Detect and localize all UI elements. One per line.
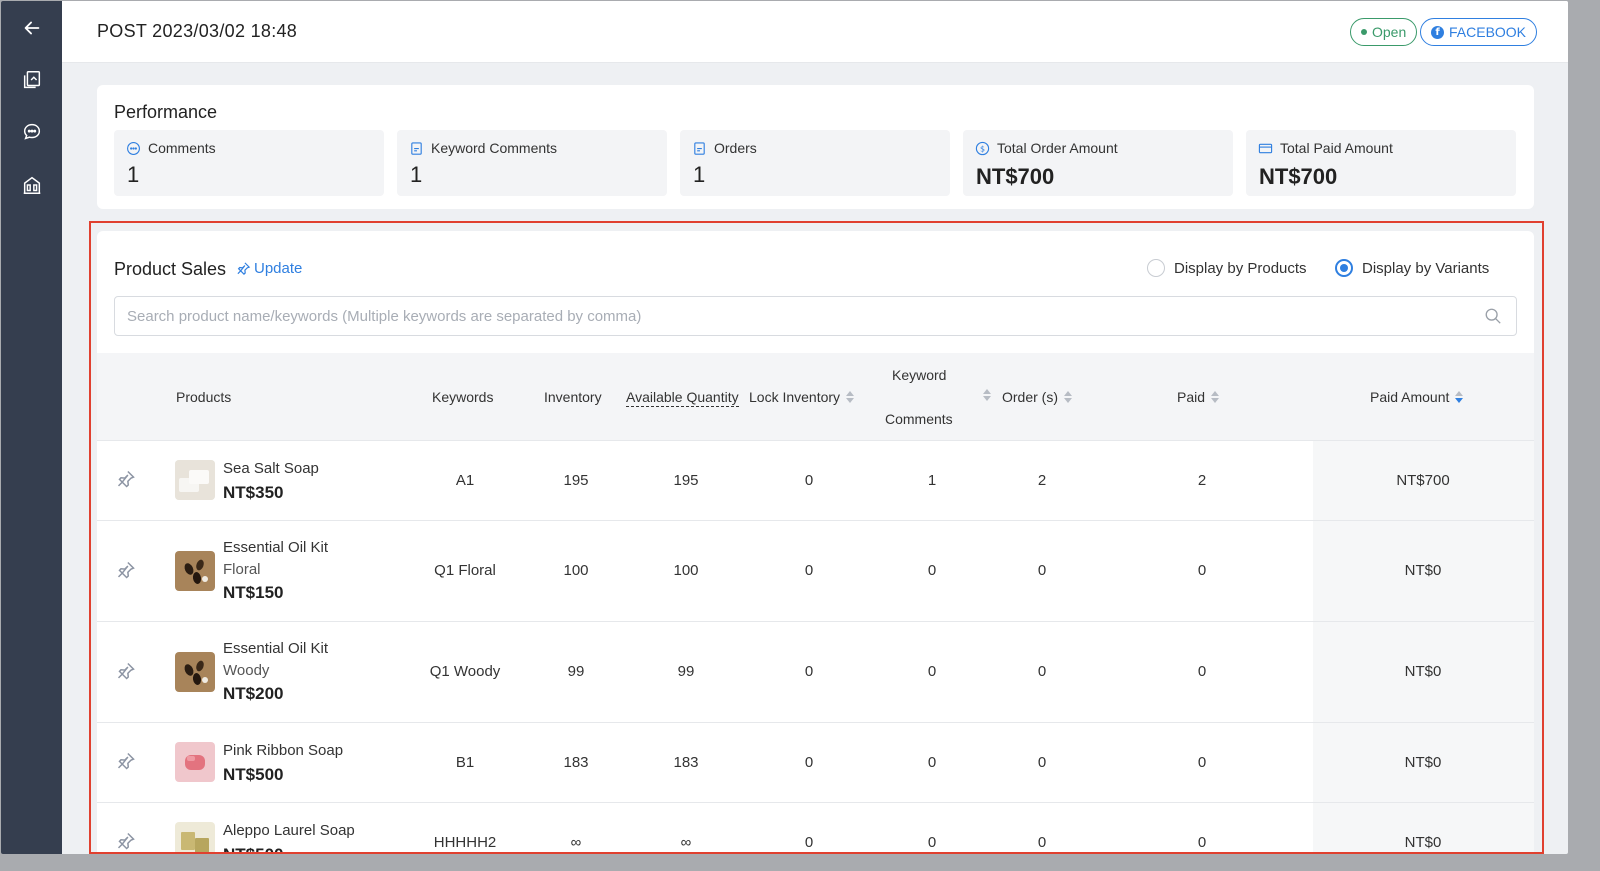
stat-value: 1: [693, 162, 706, 187]
stat-label: Total Order Amount: [997, 140, 1118, 156]
sidebar: [1, 1, 62, 854]
facebook-icon: f: [1431, 25, 1444, 39]
app-window: POST 2023/03/02 18:48 Open f FACEBOOK Pe…: [1, 1, 1568, 854]
svg-text:$: $: [980, 144, 985, 153]
performance-card: Performance Comments 1 Keyword Comments …: [97, 85, 1534, 209]
stat-value: NT$700: [1259, 164, 1338, 189]
stat-value: 1: [410, 162, 423, 187]
page-title: POST 2023/03/02 18:48: [97, 21, 298, 41]
status-label: Open: [1372, 24, 1407, 40]
stat-total-order-amount: $ Total Order Amount NT$700: [963, 130, 1233, 196]
stat-label: Keyword Comments: [431, 140, 558, 156]
store-icon[interactable]: [1, 165, 62, 205]
stat-total-paid-amount: Total Paid Amount NT$700: [1246, 130, 1516, 196]
comments-icon[interactable]: [1, 112, 62, 152]
stat-value: NT$700: [976, 164, 1055, 189]
stat-label: Orders: [714, 140, 757, 156]
stat-orders: Orders 1: [680, 130, 950, 196]
status-badge[interactable]: Open: [1350, 18, 1418, 46]
stat-label: Comments: [148, 140, 216, 156]
top-bar: POST 2023/03/02 18:48 Open f FACEBOOK: [62, 1, 1568, 63]
facebook-button[interactable]: f FACEBOOK: [1420, 18, 1538, 46]
document-icon: [694, 141, 705, 155]
status-dot-icon: [1361, 29, 1367, 35]
card-icon: [1258, 143, 1273, 153]
dollar-icon: $: [975, 141, 990, 155]
comment-icon: [127, 141, 140, 155]
posts-icon[interactable]: [1, 60, 62, 100]
performance-title: Performance: [114, 102, 218, 122]
facebook-label: FACEBOOK: [1449, 24, 1527, 40]
stat-value: 1: [127, 162, 140, 187]
stat-comments: Comments 1: [114, 130, 384, 196]
back-arrow-icon[interactable]: [1, 8, 62, 48]
stat-keyword-comments: Keyword Comments 1: [397, 130, 667, 196]
stat-label: Total Paid Amount: [1280, 140, 1393, 156]
highlight-box: [89, 221, 1544, 854]
document-icon: [411, 141, 422, 155]
